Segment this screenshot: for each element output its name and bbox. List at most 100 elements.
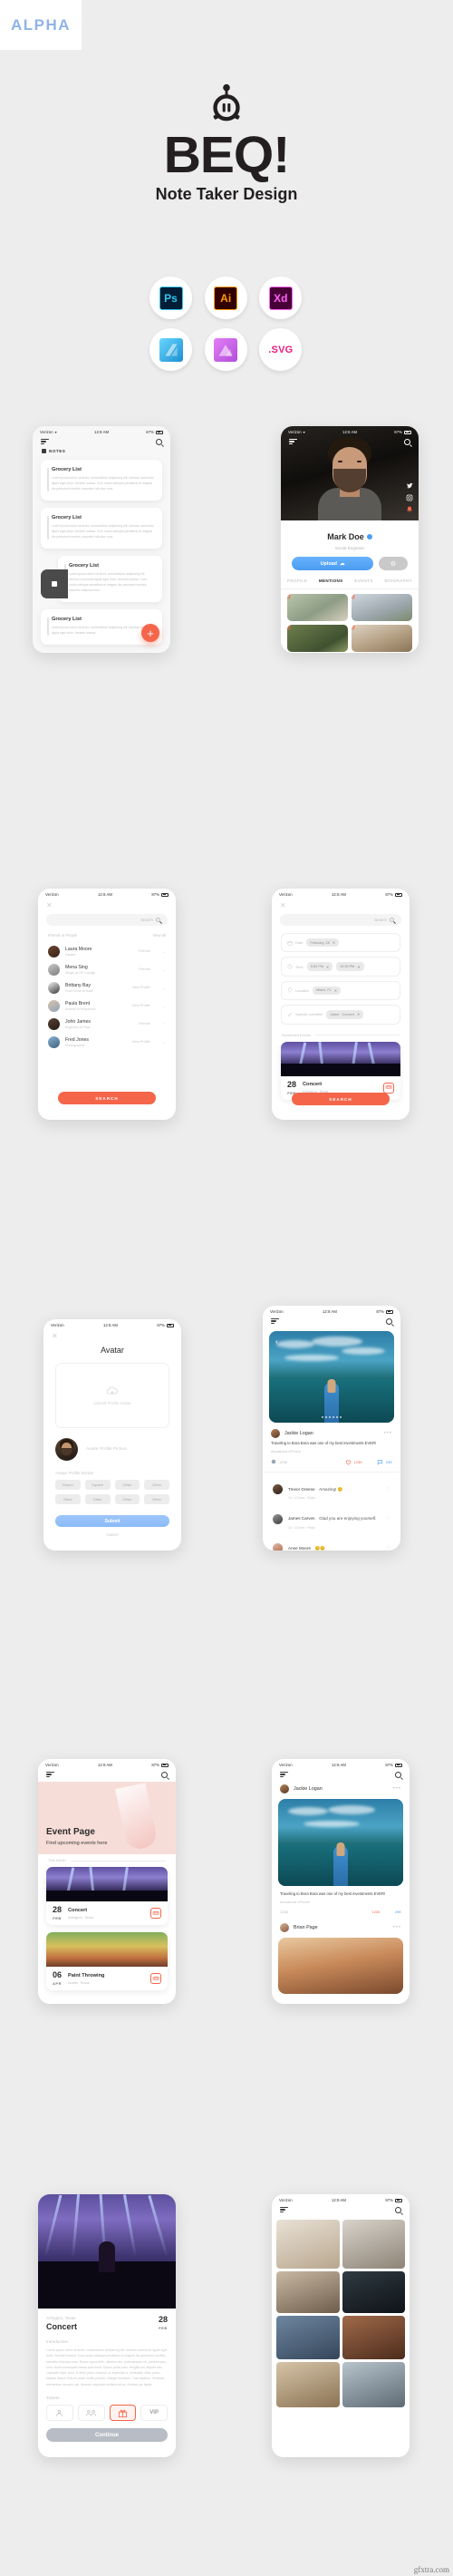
- tab-profile[interactable]: PROFILE: [287, 578, 307, 583]
- search-icon[interactable]: [395, 1772, 401, 1779]
- remove-chip-icon[interactable]: ✕: [357, 1012, 360, 1016]
- chip-identifier[interactable]: Usher Concert ✕: [326, 1010, 364, 1019]
- search-icon[interactable]: [156, 439, 162, 446]
- filter-identifier[interactable]: Specific Identifier Usher Concert ✕: [281, 1005, 400, 1025]
- event-card[interactable]: 28 FEB Concert Arlington, Texas 🎟: [46, 1867, 168, 1926]
- mention-photo[interactable]: #: [287, 625, 348, 652]
- remove-chip-icon[interactable]: ✕: [333, 940, 335, 945]
- more-options-icon[interactable]: •••: [393, 1925, 401, 1930]
- post-photo[interactable]: ‹: [269, 1331, 394, 1424]
- upload-dropzone[interactable]: Upload Profile Avatar: [55, 1363, 169, 1428]
- share-count[interactable]: 123K: [271, 1459, 287, 1464]
- chip-location[interactable]: Miami, FL ✕: [313, 986, 341, 996]
- menu-icon[interactable]: [280, 1772, 288, 1778]
- search-button[interactable]: SEARCH: [292, 1093, 390, 1105]
- event-card[interactable]: 28 FEB Concert Arlington, Texas 🎟: [281, 1041, 400, 1100]
- comment-count[interactable]: 29K: [395, 1910, 401, 1914]
- chip-time-end[interactable]: 10:30 PM ✕: [336, 962, 364, 971]
- add-note-button[interactable]: +: [141, 624, 159, 642]
- more-options-icon[interactable]: •••: [384, 1431, 392, 1436]
- avatar[interactable]: [271, 1429, 280, 1439]
- list-item[interactable]: Trevor Greene Amazing! 😊 1d · 12 likes ·…: [263, 1474, 400, 1504]
- filter-location[interactable]: Location Miami, FL ✕: [281, 980, 400, 1001]
- close-icon[interactable]: ✕: [272, 899, 410, 912]
- gallery-photo[interactable]: [276, 2316, 340, 2360]
- event-card[interactable]: 06 APR Paint Throwing Austin, Texas 🎟: [46, 1932, 168, 1991]
- remove-chip-icon[interactable]: ✕: [357, 965, 360, 969]
- ticket-option-vip[interactable]: VIP: [140, 2405, 168, 2422]
- menu-icon[interactable]: [46, 1772, 54, 1778]
- border-option-other[interactable]: Other: [144, 1480, 169, 1490]
- chevron-down-icon[interactable]: ⌄: [163, 967, 166, 972]
- ticket-option-gift[interactable]: [109, 2405, 137, 2422]
- heart-icon[interactable]: ♡: [386, 1516, 390, 1522]
- filter-date[interactable]: Date February, 28 ✕: [281, 933, 400, 953]
- list-item[interactable]: John James Engineer at Pixar Friends ⌃: [38, 1015, 176, 1033]
- menu-icon[interactable]: [41, 439, 49, 445]
- ticket-option-single[interactable]: [46, 2405, 73, 2422]
- instagram-icon[interactable]: [406, 494, 413, 501]
- heart-icon[interactable]: ♡: [386, 1486, 390, 1492]
- gallery-photo[interactable]: [276, 2271, 340, 2314]
- ticket-icon[interactable]: 🎟: [150, 1908, 161, 1920]
- mention-photo[interactable]: #: [352, 625, 412, 652]
- border-option-other[interactable]: Other: [144, 1494, 169, 1504]
- bell-icon[interactable]: [406, 506, 413, 513]
- back-icon[interactable]: ‹: [275, 1337, 278, 1346]
- menu-icon[interactable]: [280, 2207, 288, 2213]
- chevron-down-icon[interactable]: ⌄: [163, 1040, 166, 1045]
- tab-biography[interactable]: BIOGRAPHY: [384, 578, 412, 583]
- avatar[interactable]: [280, 1922, 289, 1932]
- avatar[interactable]: [280, 1784, 289, 1794]
- search-icon[interactable]: [386, 1318, 392, 1326]
- search-icon[interactable]: [161, 1772, 168, 1779]
- avatar[interactable]: [55, 1438, 78, 1461]
- close-icon[interactable]: ✕: [43, 1329, 181, 1343]
- gallery-photo[interactable]: [342, 2362, 405, 2408]
- gallery-photo[interactable]: [342, 2220, 405, 2270]
- format-adobe-xd[interactable]: Xd: [259, 277, 303, 319]
- list-item[interactable]: Anne Moore 😊😊 1d · 12 likes · Reply ♡: [263, 1533, 400, 1550]
- search-input[interactable]: Search: [280, 914, 401, 926]
- heart-icon[interactable]: ♡: [386, 1545, 390, 1550]
- ticket-option-group[interactable]: [77, 2405, 105, 2422]
- format-illustrator[interactable]: Ai: [204, 277, 247, 319]
- chip-date[interactable]: February, 28 ✕: [306, 938, 339, 948]
- list-item[interactable]: Laura Moore Dancer Friends ⌄: [38, 942, 176, 960]
- border-option-square[interactable]: Square: [84, 1480, 111, 1490]
- remove-chip-icon[interactable]: ✕: [326, 965, 329, 969]
- share-count[interactable]: 123K: [280, 1910, 288, 1914]
- border-option-other[interactable]: Other: [114, 1480, 140, 1490]
- like-count[interactable]: 123K: [345, 1459, 362, 1465]
- note-delete-action[interactable]: [41, 569, 68, 598]
- search-button[interactable]: SEARCH: [58, 1092, 156, 1104]
- tab-mentions[interactable]: MENTIONS: [319, 578, 343, 583]
- format-svg[interactable]: .SVG: [259, 328, 303, 371]
- chevron-down-icon[interactable]: ⌄: [163, 986, 166, 990]
- tab-events[interactable]: EVENTS: [354, 578, 372, 583]
- note-card[interactable]: Grocery List Lorem ipsum dolor sit amet,…: [41, 508, 162, 549]
- mention-photo[interactable]: #: [352, 594, 412, 621]
- border-option-round[interactable]: Round: [55, 1480, 81, 1490]
- gallery-photo[interactable]: [342, 2316, 405, 2360]
- format-affinity-photo[interactable]: [204, 328, 247, 371]
- close-icon[interactable]: ✕: [38, 899, 176, 912]
- border-option-other[interactable]: Other: [114, 1494, 140, 1504]
- upload-button[interactable]: Upload ☁: [292, 557, 373, 570]
- view-all-link[interactable]: View all: [153, 933, 166, 938]
- like-count[interactable]: 123K: [372, 1910, 381, 1914]
- list-item[interactable]: Mena Sing Singer at SF Lounge Friends ⌄: [38, 960, 176, 978]
- note-card[interactable]: Grocery List Lorem ipsum dolor sit amet,…: [41, 460, 162, 501]
- filter-time[interactable]: Time 5:50 PM ✕ 10:30 PM ✕: [281, 957, 400, 977]
- post-photo[interactable]: [278, 1799, 403, 1887]
- menu-icon[interactable]: [289, 439, 297, 445]
- format-affinity-designer[interactable]: [149, 328, 192, 371]
- search-input[interactable]: Search: [46, 914, 168, 926]
- settings-button[interactable]: ⚙: [379, 557, 408, 570]
- mention-photo[interactable]: #: [287, 594, 348, 621]
- gallery-photo[interactable]: [276, 2220, 340, 2270]
- chevron-down-icon[interactable]: ⌄: [163, 949, 166, 954]
- list-item[interactable]: James Carven Glad you are enjoying yours…: [263, 1504, 400, 1534]
- cancel-button[interactable]: Cancel: [43, 1527, 181, 1537]
- gallery-photo[interactable]: [276, 2362, 340, 2408]
